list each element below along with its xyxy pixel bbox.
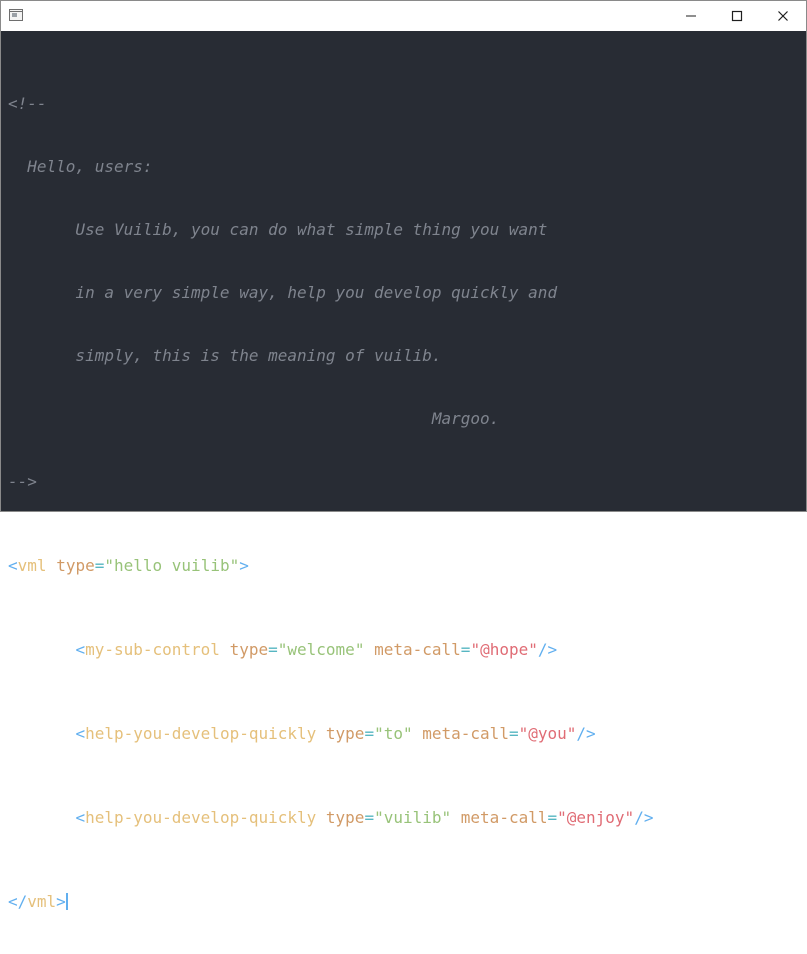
equals-sign: =: [508, 724, 519, 743]
equals-sign: =: [94, 556, 105, 575]
tag-open-bracket: </: [8, 892, 28, 911]
app-window-icon: [9, 9, 23, 21]
equals-sign: =: [460, 640, 471, 659]
meta-call-value: "@you": [518, 724, 577, 743]
attribute-name: type: [325, 724, 365, 743]
equals-sign: =: [364, 808, 375, 827]
self-close-bracket: />: [634, 808, 654, 827]
code-text[interactable]: <!-- Hello, users: Use Vuilib, you can d…: [8, 51, 653, 954]
tag-open-bracket: <: [75, 808, 86, 827]
attribute-value: "to": [374, 724, 413, 743]
code-line-vml-close: </vml>: [8, 891, 653, 912]
title-bar[interactable]: [1, 1, 806, 31]
code-line-child: <help-you-develop-quickly type="vuilib" …: [8, 807, 653, 828]
equals-sign: =: [364, 724, 375, 743]
meta-call-value: "@enjoy": [557, 808, 635, 827]
close-icon: [778, 11, 788, 21]
tag-name: vml: [17, 556, 47, 575]
tag-name: help-you-develop-quickly: [85, 808, 317, 827]
code-line-vml-open: <vml type="hello vuilib">: [8, 555, 653, 576]
equals-sign: =: [268, 640, 278, 659]
tag-name: vml: [27, 892, 57, 911]
equals-sign: =: [547, 808, 558, 827]
attribute-name: meta-call: [460, 808, 548, 827]
comment-line: Use Vuilib, you can do what simple thing…: [8, 220, 548, 239]
self-close-bracket: />: [537, 640, 558, 659]
minimize-button[interactable]: [668, 1, 714, 31]
text-cursor: [65, 893, 68, 910]
minimize-icon: [686, 15, 696, 17]
attribute-name: type: [229, 640, 269, 659]
app-window: <!-- Hello, users: Use Vuilib, you can d…: [0, 0, 807, 911]
attribute-value: "vuilib": [374, 808, 452, 827]
tag-name: help-you-develop-quickly: [85, 724, 317, 743]
tag-close-bracket: >: [56, 892, 66, 911]
comment-line: <!--: [8, 94, 47, 113]
tag-open-bracket: <: [75, 724, 86, 743]
meta-call-value: "@hope": [470, 640, 538, 659]
attribute-name: meta-call: [374, 640, 461, 659]
attribute-name: type: [56, 556, 95, 575]
attribute-name: meta-call: [422, 724, 509, 743]
maximize-icon: [731, 10, 743, 22]
comment-line: Hello, users:: [8, 157, 153, 176]
code-editor[interactable]: <!-- Hello, users: Use Vuilib, you can d…: [1, 31, 806, 911]
tag-open-bracket: <: [8, 556, 18, 575]
attribute-value: "hello vuilib": [104, 556, 240, 575]
tag-close-bracket: >: [239, 556, 249, 575]
maximize-button[interactable]: [714, 1, 760, 31]
code-line-child: <my-sub-control type="welcome" meta-call…: [8, 639, 653, 660]
attribute-value: "welcome": [277, 640, 365, 659]
comment-line: in a very simple way, help you develop q…: [8, 283, 558, 302]
comment-line: -->: [8, 472, 37, 491]
close-button[interactable]: [760, 1, 806, 31]
tag-name: my-sub-control: [85, 640, 220, 659]
comment-line: Margoo.: [8, 409, 500, 428]
tag-open-bracket: <: [75, 640, 86, 659]
self-close-bracket: />: [576, 724, 596, 743]
code-line-child: <help-you-develop-quickly type="to" meta…: [8, 723, 653, 744]
attribute-name: type: [325, 808, 365, 827]
comment-line: simply, this is the meaning of vuilib.: [8, 346, 442, 365]
